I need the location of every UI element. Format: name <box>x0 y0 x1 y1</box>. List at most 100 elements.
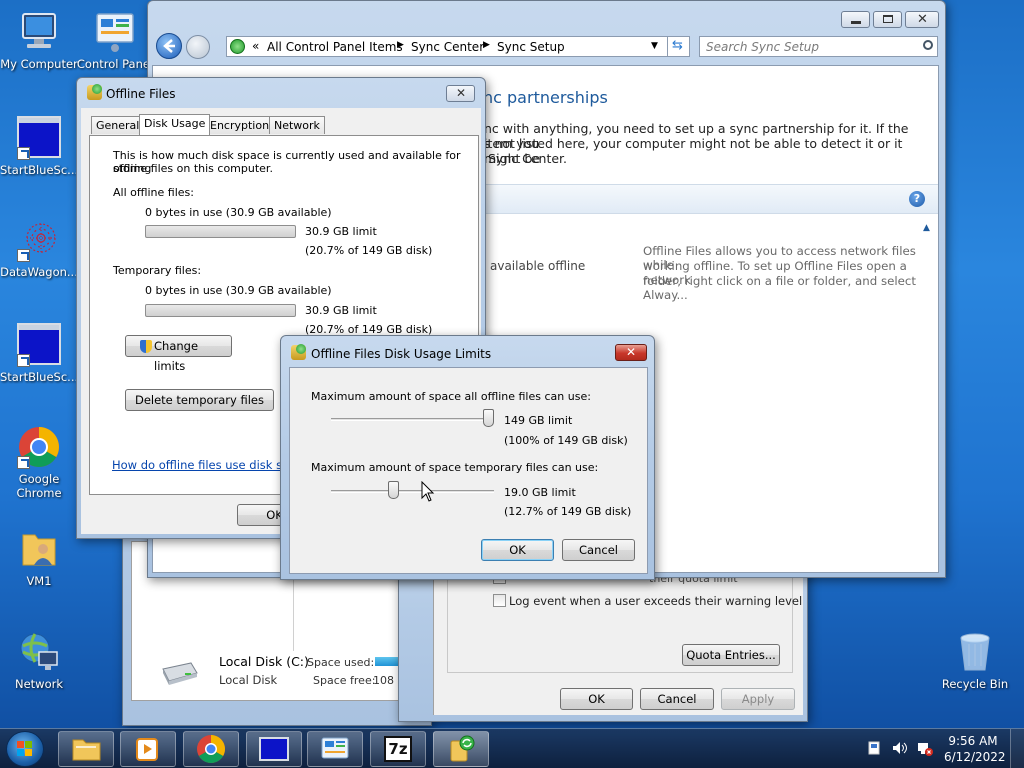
disk-usage-limits-dialog: Offline Files Disk Usage Limits ✕ Maximu… <box>280 335 655 580</box>
breadcrumb-item-sync-setup[interactable]: Sync Setup <box>497 40 565 54</box>
tray-network-icon[interactable] <box>917 740 933 756</box>
desktop-icon-label: Network <box>14 677 64 691</box>
all-offline-files-bar <box>145 225 296 238</box>
close-button[interactable]: ✕ <box>615 344 647 361</box>
desktop-icon-label: My Computer <box>0 57 78 71</box>
media-player-icon <box>136 738 158 761</box>
search-input[interactable]: Search Sync Setup <box>706 40 819 54</box>
control-panel-icon <box>321 737 349 759</box>
change-limits-button[interactable]: Change limits <box>125 335 232 373</box>
space-used-label: Space used: <box>307 656 375 669</box>
desktop-icon-label: Control Panel <box>76 57 154 71</box>
forward-button[interactable] <box>186 35 210 59</box>
desktop-icon-datawagon[interactable]: DataWagon... <box>0 218 78 279</box>
tab-general[interactable]: General <box>91 116 145 134</box>
taskbar-bluescreen[interactable] <box>246 731 302 767</box>
quota-cancel-button[interactable]: Cancel <box>640 688 714 710</box>
tab-encryption[interactable]: Encryption <box>205 116 275 134</box>
minimize-icon <box>851 21 861 24</box>
close-button[interactable]: ✕ <box>446 85 475 102</box>
change-limits-label: Change limits <box>154 339 199 373</box>
desktop-icon-google-chrome[interactable]: Google Chrome <box>0 425 78 500</box>
max-temp-files-slider[interactable] <box>388 481 400 499</box>
limits-cancel-button[interactable]: Cancel <box>562 539 635 561</box>
close-icon: ✕ <box>456 86 467 100</box>
chevron-up-icon[interactable]: ▲ <box>923 223 930 233</box>
clock-date[interactable]: 6/12/2022 <box>944 750 1006 764</box>
dialog-title: Offline Files Disk Usage Limits <box>311 347 492 361</box>
tray-volume-icon[interactable] <box>892 741 908 755</box>
quota-entries-button[interactable]: Quota Entries... <box>682 644 780 666</box>
clock-time[interactable]: 9:56 AM <box>944 734 1002 748</box>
offline-files-title-icon <box>87 84 102 100</box>
tray-action-center-icon[interactable] <box>868 741 882 755</box>
search-box[interactable]: Search Sync Setup <box>699 36 938 57</box>
address-bar[interactable]: « All Control Panel Items ▶ Sync Center … <box>226 36 668 57</box>
drive-type: Local Disk <box>219 673 278 687</box>
breadcrumb-separator-icon: ▶ <box>397 40 404 50</box>
all-offline-files-percent: (20.7% of 149 GB disk) <box>305 244 433 257</box>
help-icon[interactable]: ? <box>909 191 925 207</box>
dialog-body: Maximum amount of space all offline file… <box>289 367 648 574</box>
max-all-files-track <box>331 418 494 421</box>
max-temp-files-percent: (12.7% of 149 GB disk) <box>504 505 632 518</box>
taskbar-sync-center[interactable] <box>433 731 489 767</box>
taskbar-media-player[interactable] <box>120 731 176 767</box>
start-button[interactable] <box>6 731 44 767</box>
chrome-icon <box>17 425 61 469</box>
offline-files-title-icon <box>291 344 306 360</box>
desktop-icon-recycle-bin[interactable]: Recycle Bin <box>936 630 1014 691</box>
tab-network[interactable]: Network <box>269 116 325 134</box>
desktop-icon-startbluescreen-1[interactable]: StartBlueSc... <box>0 116 78 177</box>
desktop-icon-vm1[interactable]: VM1 <box>0 527 78 588</box>
breadcrumb-item-control-panel[interactable]: All Control Panel Items <box>267 40 403 54</box>
quota-ok-button[interactable]: OK <box>560 688 633 710</box>
all-offline-files-label: All offline files: <box>113 186 194 199</box>
taskbar-chrome[interactable] <box>183 731 239 767</box>
user-folder-icon <box>17 527 61 571</box>
search-icon[interactable] <box>923 40 933 50</box>
offline-files-description-3: folder, right click on a file or folder,… <box>643 274 917 302</box>
desktop-icon-my-computer[interactable]: My Computer <box>0 10 78 71</box>
taskbar: 7z 9:56 AM 6/12/2022 <box>0 728 1024 768</box>
all-offline-files-limit: 30.9 GB limit <box>305 225 377 238</box>
dialog-title: Offline Files <box>106 87 176 101</box>
control-panel-icon <box>93 10 137 54</box>
quota-apply-button[interactable]: Apply <box>721 688 795 710</box>
chevron-down-icon[interactable]: ▼ <box>651 41 658 51</box>
delete-temporary-files-button[interactable]: Delete temporary files <box>125 389 274 411</box>
refresh-button[interactable]: ⇆ <box>668 36 690 57</box>
all-offline-files-usage: 0 bytes in use (30.9 GB available) <box>145 206 332 219</box>
taskbar-explorer[interactable] <box>58 731 114 767</box>
minimize-button[interactable] <box>841 11 870 28</box>
temporary-files-usage: 0 bytes in use (30.9 GB available) <box>145 284 332 297</box>
max-all-files-slider[interactable] <box>483 409 494 427</box>
temporary-files-label: Temporary files: <box>113 264 202 277</box>
desktop-icon-network[interactable]: Network <box>0 630 78 691</box>
temporary-files-limit: 30.9 GB limit <box>305 304 377 317</box>
datawagon-icon <box>17 218 61 262</box>
maximize-button[interactable] <box>873 11 902 28</box>
intro-line-2: offline files on this computer. <box>113 162 273 175</box>
blue-screen-icon <box>17 323 61 367</box>
tab-disk-usage[interactable]: Disk Usage <box>139 114 211 135</box>
offline-files-item-label[interactable]: available offline <box>490 259 585 273</box>
close-icon: ✕ <box>626 345 637 359</box>
folder-icon <box>72 739 101 761</box>
blue-screen-icon <box>259 737 289 761</box>
shortcut-arrow-icon <box>17 456 30 469</box>
intro-line-3: Sync Center. <box>488 151 567 166</box>
refresh-icon: ⇆ <box>672 38 683 53</box>
back-button[interactable] <box>156 33 182 59</box>
close-button[interactable]: ✕ <box>905 11 939 28</box>
shortcut-arrow-icon <box>17 354 30 367</box>
limits-ok-button[interactable]: OK <box>481 539 554 561</box>
desktop-icon-control-panel[interactable]: Control Panel <box>76 10 154 71</box>
show-desktop-button[interactable] <box>1010 729 1024 768</box>
taskbar-7zip[interactable]: 7z <box>370 731 426 767</box>
taskbar-control-panel[interactable] <box>307 731 363 767</box>
desktop-icon-label: Recycle Bin <box>941 677 1009 691</box>
breadcrumb-item-sync-center[interactable]: Sync Center <box>411 40 484 54</box>
log-warning-level-checkbox[interactable] <box>493 594 506 607</box>
desktop-icon-startbluescreen-2[interactable]: StartBlueSc... <box>0 323 78 384</box>
